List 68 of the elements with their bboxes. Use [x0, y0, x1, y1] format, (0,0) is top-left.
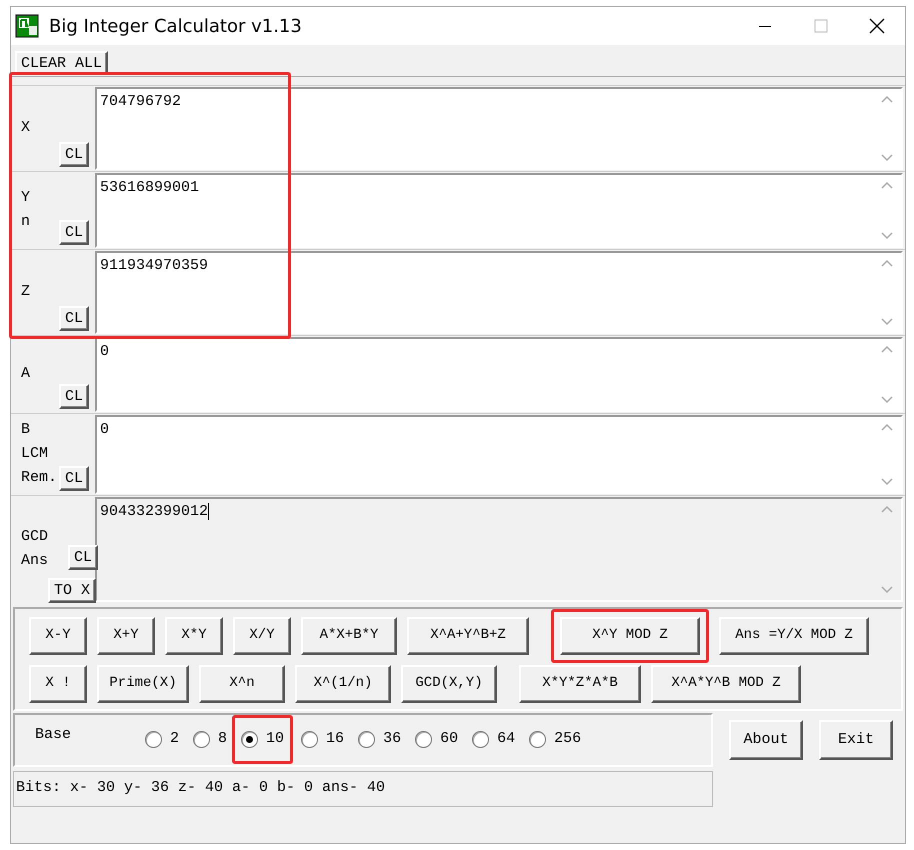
- field-label: n: [21, 212, 30, 232]
- scroll-up-icon[interactable]: [881, 344, 893, 352]
- base-label: Base: [35, 725, 72, 746]
- window-title: Big Integer Calculator v1.13: [49, 14, 302, 38]
- radio-button[interactable]: 16: [301, 728, 344, 751]
- field-label: B: [21, 420, 32, 440]
- text-area[interactable]: 704796792: [95, 86, 903, 170]
- operation-button[interactable]: X*Y*Z*A*B: [519, 664, 641, 702]
- app-icon: [15, 14, 41, 38]
- dialog-button[interactable]: Exit: [819, 720, 893, 760]
- field-label: GCD: [21, 527, 48, 547]
- scroll-down-icon[interactable]: [881, 318, 893, 326]
- scroll-up-icon[interactable]: [881, 94, 893, 102]
- operation-button[interactable]: X^A+Y^B+Z: [407, 616, 529, 654]
- operation-button[interactable]: X^Y MOD Z: [560, 616, 700, 654]
- radio-button[interactable]: 36: [358, 728, 402, 751]
- radio-button[interactable]: 256: [529, 728, 582, 751]
- operation-button[interactable]: Prime(X): [97, 664, 189, 702]
- operation-button[interactable]: X/Y: [233, 616, 291, 654]
- status-text: Bits: x- 30 y- 36 z- 40 a- 0 b- 0 ans- 40: [16, 778, 386, 798]
- scroll-up-icon[interactable]: [881, 504, 893, 512]
- text-area[interactable]: 0: [95, 336, 903, 412]
- field-label: X: [21, 118, 30, 138]
- to-x-button[interactable]: TO X: [48, 578, 96, 602]
- text-area[interactable]: 911934970359: [95, 250, 903, 334]
- scroll-up-icon[interactable]: [881, 422, 893, 430]
- field-label: Y: [21, 188, 30, 208]
- operation-button[interactable]: Ans =Y/X MOD Z: [719, 616, 869, 654]
- clear-button[interactable]: CL: [58, 142, 89, 166]
- scroll-down-icon[interactable]: [881, 154, 893, 162]
- clear-button[interactable]: CL: [58, 466, 89, 490]
- operation-button[interactable]: X*Y: [165, 616, 223, 654]
- operation-button[interactable]: A*X+B*Y: [301, 616, 397, 654]
- operation-button[interactable]: X^n: [199, 664, 285, 702]
- field-label: Ans: [21, 551, 48, 571]
- clear-button[interactable]: CL: [58, 384, 89, 408]
- maximize-icon[interactable]: [814, 19, 828, 33]
- text-area[interactable]: 53616899001: [95, 172, 903, 248]
- operation-button[interactable]: X-Y: [29, 616, 87, 654]
- operation-button[interactable]: X !: [29, 664, 87, 702]
- field-label: LCM: [21, 444, 50, 464]
- radio-button[interactable]: 2: [145, 728, 180, 751]
- radio-button[interactable]: 10: [241, 728, 284, 751]
- scroll-down-icon[interactable]: [881, 232, 893, 240]
- operation-button[interactable]: X+Y: [97, 616, 155, 654]
- clear-button[interactable]: CL: [68, 544, 98, 570]
- operation-button[interactable]: X^(1/n): [295, 664, 391, 702]
- scroll-up-icon[interactable]: [881, 180, 893, 188]
- field-label: A: [21, 364, 30, 384]
- field-label: Z: [21, 282, 30, 302]
- text-area[interactable]: 0: [95, 414, 903, 494]
- text-area[interactable]: 904332399012: [95, 496, 903, 602]
- operation-button[interactable]: X^A*Y^B MOD Z: [651, 664, 801, 702]
- minimize-icon[interactable]: [758, 24, 772, 28]
- scroll-down-icon[interactable]: [881, 478, 893, 486]
- operation-button[interactable]: GCD(X,Y): [401, 664, 497, 702]
- radio-button[interactable]: 64: [472, 728, 516, 751]
- scroll-down-icon[interactable]: [881, 396, 893, 404]
- clear-button[interactable]: CL: [58, 306, 89, 330]
- radio-button[interactable]: 60: [415, 728, 458, 751]
- scroll-up-icon[interactable]: [881, 258, 893, 266]
- clear-all-button[interactable]: CLEAR ALL: [15, 51, 108, 74]
- close-icon[interactable]: [869, 18, 885, 34]
- radio-button[interactable]: 8: [193, 728, 228, 751]
- scroll-down-icon[interactable]: [881, 586, 893, 594]
- field-label: Rem.: [21, 468, 58, 488]
- clear-button[interactable]: CL: [58, 220, 89, 244]
- dialog-button[interactable]: About: [729, 720, 803, 760]
